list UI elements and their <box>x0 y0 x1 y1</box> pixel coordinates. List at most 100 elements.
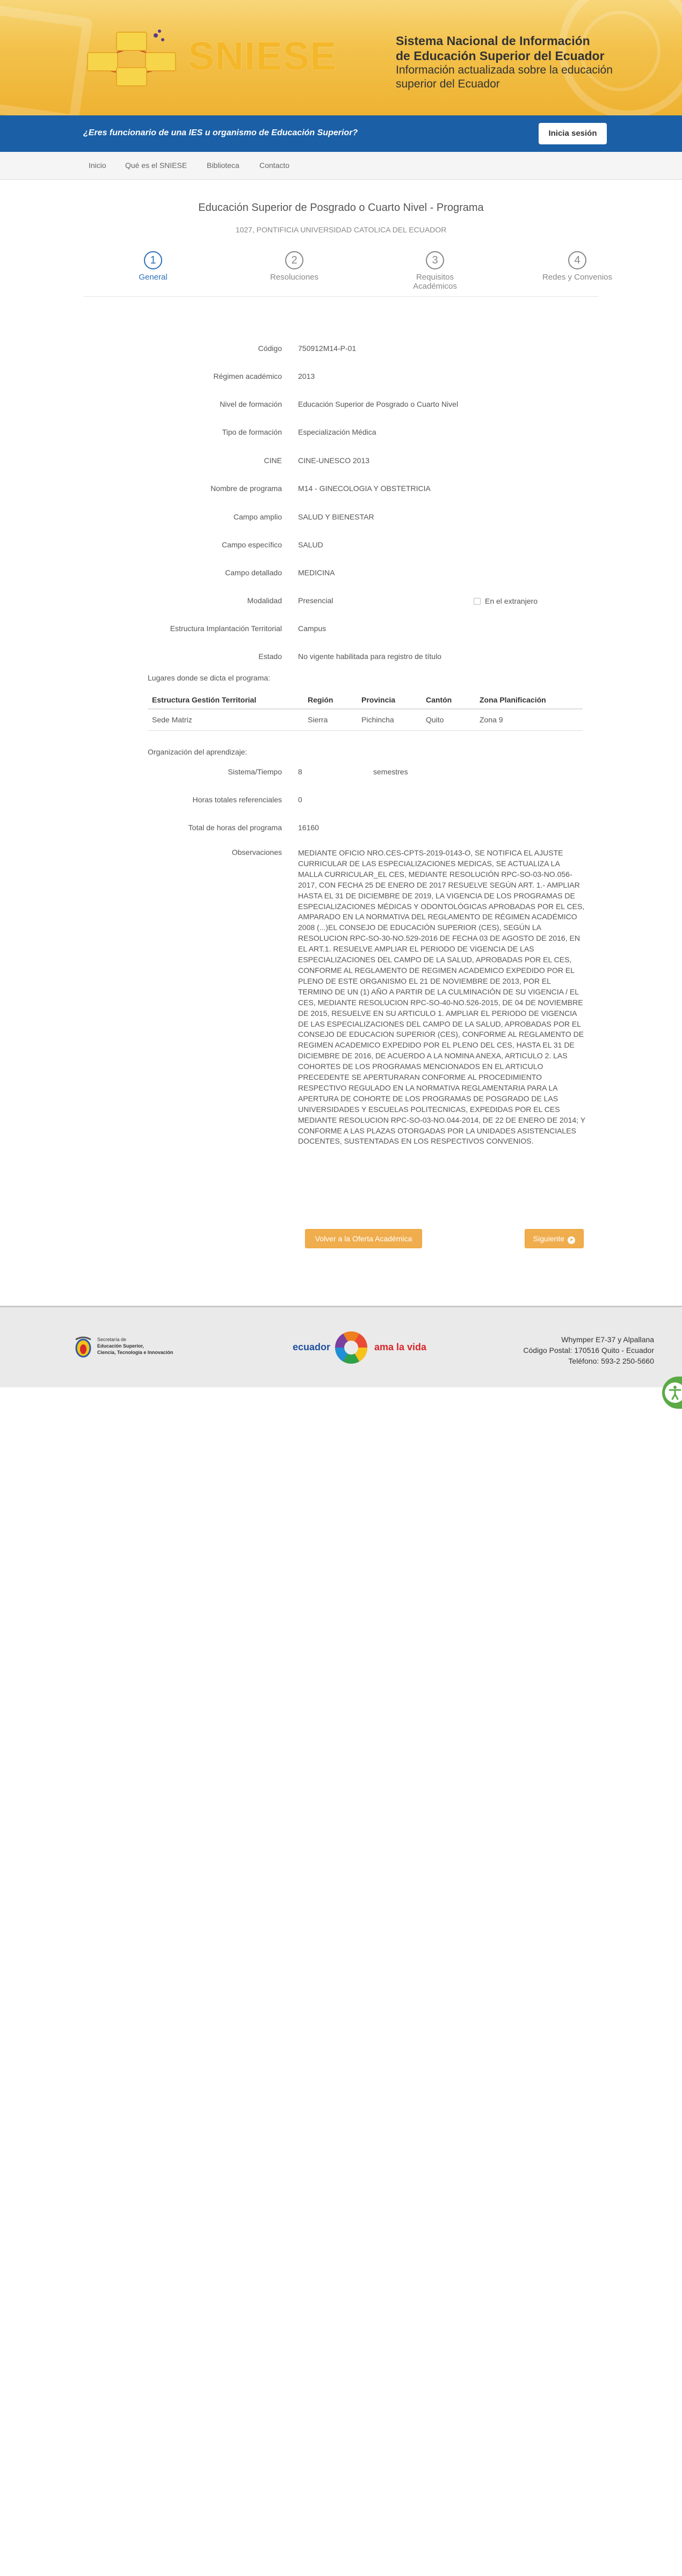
field-value: M14 - GINECOLOGIA Y OBSTETRICIA <box>298 484 431 493</box>
learning-section-label: Organización del aprendizaje: <box>148 748 248 756</box>
field-label: Régimen académico <box>213 372 282 380</box>
checkbox-box[interactable] <box>474 598 481 605</box>
header-title-line1: Sistema Nacional de Información <box>396 34 590 48</box>
next-button[interactable]: Siguiente ➤ <box>525 1229 584 1248</box>
field-total-horas: Total de horas del programa 16160 <box>0 823 682 836</box>
field-label: Campo amplio <box>233 513 282 521</box>
nav-item-biblioteca[interactable]: Biblioteca <box>207 161 240 170</box>
field-label: Nombre de programa <box>210 484 282 493</box>
step-requisitos-academicos[interactable]: 3 Requisitos Académicos <box>397 251 473 291</box>
field-label: Campo específico <box>221 540 282 549</box>
column-header[interactable]: Zona Planificación <box>475 691 583 709</box>
field-label: Código <box>258 344 282 353</box>
field-estructura-territorial: Estructura Implantación Territorial Camp… <box>0 624 682 637</box>
step-general[interactable]: 1 General <box>115 251 191 282</box>
field-regimen-academico: Régimen académico 2013 <box>0 372 682 385</box>
header-title-block: Sistema Nacional de Información de Educa… <box>396 33 621 91</box>
table-cell: Pichincha <box>357 709 422 731</box>
column-header[interactable]: Región <box>303 691 357 709</box>
nav-item-que-es[interactable]: Qué es el SNIESE <box>125 161 187 170</box>
field-value: CINE-UNESCO 2013 <box>298 456 370 465</box>
login-button[interactable]: Inicia sesión <box>539 123 607 144</box>
field-campo-amplio: Campo amplio SALUD Y BIENESTAR <box>0 513 682 525</box>
nav-item-inicio[interactable]: Inicio <box>89 161 106 170</box>
steps-divider <box>83 296 599 297</box>
ecuador-shield-icon <box>75 1336 91 1358</box>
ecuador-ama-la-vida-logo[interactable]: ecuador ama la vida <box>293 1329 438 1366</box>
institution-subtitle: 1027, PONTIFICIA UNIVERSIDAD CATOLICA DE… <box>235 225 447 234</box>
field-label: Horas totales referenciales <box>192 795 282 804</box>
step-label: Resoluciones <box>270 273 319 282</box>
page-title: Educación Superior de Posgrado o Cuarto … <box>198 202 484 214</box>
field-label: Sistema/Tiempo <box>228 767 282 776</box>
site-footer: Secretaría de Educación Superior, Cienci… <box>0 1306 682 1387</box>
main-navigation: Inicio Qué es el SNIESE Biblioteca Conta… <box>0 152 682 180</box>
banner-decoration-left <box>0 4 93 115</box>
field-campo-especifico: Campo específico SALUD <box>0 540 682 553</box>
field-value: 2013 <box>298 372 315 380</box>
field-value: MEDICINA <box>298 568 335 577</box>
senescyt-line3: Ciencia, Tecnología e Innovación <box>97 1350 173 1355</box>
sun-logo-icon <box>335 1331 367 1364</box>
field-cine: CINE CINE-UNESCO 2013 <box>0 456 682 469</box>
step-label: Redes y Convenios <box>542 273 613 282</box>
senescyt-logo[interactable]: Secretaría de Educación Superior, Cienci… <box>72 1334 180 1361</box>
field-value: 8 <box>298 767 302 776</box>
table-cell: Zona 9 <box>475 709 583 731</box>
next-button-label: Siguiente <box>533 1234 565 1243</box>
extranjero-checkbox[interactable]: En el extranjero <box>474 597 538 605</box>
field-value: SALUD Y BIENESTAR <box>298 513 374 521</box>
field-value: 0 <box>298 795 302 804</box>
arrow-right-icon: ➤ <box>568 1236 576 1244</box>
ies-login-bar: ¿Eres funcionario de una IES u organismo… <box>0 115 682 152</box>
locations-table: Estructura Gestión Territorial Región Pr… <box>148 691 583 731</box>
address-line1: Whymper E7-37 y Alpallana <box>561 1335 654 1344</box>
observaciones-text: MEDIANTE OFICIO NRO.CES-CPTS-2019-0143-O… <box>298 848 585 1146</box>
field-label: Observaciones <box>231 848 282 857</box>
step-number: 1 <box>144 251 162 269</box>
field-value: SALUD <box>298 540 323 549</box>
back-to-offer-button[interactable]: Volver a la Oferta Académica <box>305 1229 422 1248</box>
table-row: Sede Matriz Sierra Pichincha Quito Zona … <box>148 709 583 731</box>
field-campo-detallado: Campo detallado MEDICINA <box>0 568 682 581</box>
field-modalidad: Modalidad Presencial <box>0 596 682 609</box>
ama-la-vida-text: ama la vida <box>374 1342 427 1352</box>
table-cell: Sede Matriz <box>148 709 303 731</box>
checkbox-label: En el extranjero <box>485 597 538 605</box>
field-label: Campo detallado <box>225 568 282 577</box>
column-header[interactable]: Provincia <box>357 691 422 709</box>
field-value: 750912M14-P-01 <box>298 344 357 353</box>
step-label: Requisitos Académicos <box>413 273 457 291</box>
column-header[interactable]: Cantón <box>422 691 475 709</box>
senescyt-line2: Educación Superior, <box>97 1343 144 1349</box>
field-label: Tipo de formación <box>222 428 282 436</box>
senescyt-line1: Secretaría de <box>97 1337 127 1342</box>
field-nivel-formacion: Nivel de formación Educación Superior de… <box>0 400 682 413</box>
footer-address: Whymper E7-37 y Alpallana Código Postal:… <box>523 1334 654 1366</box>
field-horas-referenciales: Horas totales referenciales 0 <box>0 795 682 808</box>
step-resoluciones[interactable]: 2 Resoluciones <box>257 251 332 282</box>
nav-item-contacto[interactable]: Contacto <box>259 161 289 170</box>
ies-question-text: ¿Eres funcionario de una IES u organismo… <box>83 128 358 137</box>
step-number: 2 <box>285 251 303 269</box>
network-logo-icon <box>87 30 176 86</box>
field-value: Campus <box>298 624 327 633</box>
ecuador-logo-text: ecuador <box>293 1342 331 1352</box>
step-redes-convenios[interactable]: 4 Redes y Convenios <box>540 251 615 282</box>
field-value: Educación Superior de Posgrado o Cuarto … <box>298 400 459 408</box>
step-label: General <box>139 273 168 282</box>
site-banner: SNIESE Sistema Nacional de Información d… <box>0 0 682 115</box>
sniese-logo-text: SNIESE <box>188 34 337 78</box>
field-tipo-formacion: Tipo de formación Especialización Médica <box>0 428 682 441</box>
field-label: Estructura Implantación Territorial <box>170 624 282 633</box>
field-label: Estado <box>258 652 282 661</box>
step-number: 3 <box>426 251 444 269</box>
senescyt-logo-text: Secretaría de Educación Superior, Cienci… <box>97 1336 173 1356</box>
field-label: Nivel de formación <box>220 400 282 408</box>
column-header[interactable]: Estructura Gestión Territorial <box>148 691 303 709</box>
table-header-row: Estructura Gestión Territorial Región Pr… <box>148 691 583 709</box>
table-cell: Quito <box>422 709 475 731</box>
table-cell: Sierra <box>303 709 357 731</box>
field-label: Modalidad <box>247 596 282 605</box>
field-nombre-programa: Nombre de programa M14 - GINECOLOGIA Y O… <box>0 484 682 497</box>
